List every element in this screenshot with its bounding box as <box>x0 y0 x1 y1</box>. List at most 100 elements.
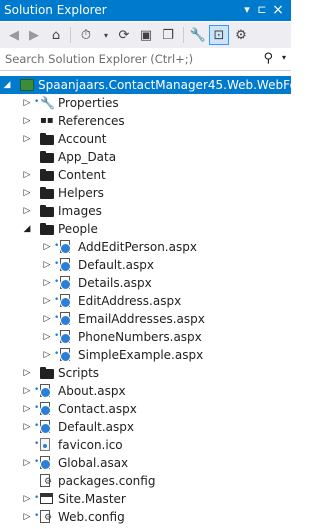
tree-item-label: AddEditPerson.aspx <box>78 240 197 254</box>
tree-item-label: Scripts <box>58 366 100 380</box>
folder-icon <box>40 169 54 181</box>
filter-dropdown-icon[interactable]: ▾ <box>96 25 116 45</box>
expand-arrow-icon[interactable]: ▷ <box>42 331 52 343</box>
expand-arrow-icon[interactable]: ▷ <box>22 133 32 145</box>
globe-icon <box>60 351 71 362</box>
expand-arrow-icon[interactable]: ▷ <box>42 277 52 289</box>
folder-icon <box>40 187 54 199</box>
tree-item-label: PhoneNumbers.aspx <box>78 330 202 344</box>
tree-item[interactable]: ▷ Images <box>0 202 291 220</box>
tree-item[interactable]: ▷ Helpers <box>0 184 291 202</box>
folder-icon <box>40 133 54 145</box>
tree-item-label: Images <box>58 204 102 218</box>
tree-item[interactable]: ▷ • Default.aspx <box>0 256 291 274</box>
toolbar-separator <box>70 27 71 43</box>
tree-item[interactable]: ▷ • PhoneNumbers.aspx <box>0 328 291 346</box>
expand-arrow-icon[interactable]: ▷ <box>22 385 32 397</box>
expand-arrow-icon[interactable]: ▷ <box>22 187 32 199</box>
pending-changes-filter-button[interactable]: ⏱ <box>76 25 96 45</box>
search-box[interactable]: Search Solution Explorer (Ctrl+;) ⚲ ▾ <box>0 48 291 71</box>
collapse-all-button[interactable]: ▣ <box>136 25 156 45</box>
globe-icon <box>60 333 71 344</box>
tree-item[interactable]: ▷ • SimpleExample.aspx <box>0 346 291 364</box>
tree-item[interactable]: ▷ ▪▪ References <box>0 112 291 130</box>
tree-item[interactable]: App_Data <box>0 148 291 166</box>
tree-item[interactable]: ▷ • Default.aspx <box>0 418 291 436</box>
search-options-dropdown-icon[interactable]: ▾ <box>282 53 286 62</box>
tree-item[interactable]: ▷ • About.aspx <box>0 382 291 400</box>
tree-item[interactable]: • favicon.ico <box>0 436 291 454</box>
toolbar-separator <box>183 27 184 43</box>
tree-item-label: Content <box>58 168 106 182</box>
tree-item[interactable]: ▷ • Details.aspx <box>0 274 291 292</box>
forward-button[interactable]: ▶ <box>24 25 44 45</box>
close-icon[interactable]: × <box>270 1 286 19</box>
expand-arrow-icon <box>22 439 32 451</box>
tree-item-label: Web.config <box>58 510 125 524</box>
expand-arrow-icon[interactable]: ▷ <box>22 403 32 415</box>
tree-item[interactable]: packages.config <box>0 472 291 490</box>
tree-item-label: SimpleExample.aspx <box>78 348 204 362</box>
expand-arrow-icon[interactable]: ▷ <box>22 367 32 379</box>
tree-item[interactable]: ▷ • Global.asax <box>0 454 291 472</box>
project-node[interactable]: ◢ Spaanjaars.ContactManager45.Web.WebForm… <box>0 76 320 94</box>
globe-icon <box>60 243 71 254</box>
tree-item[interactable]: ▷ Account <box>0 130 291 148</box>
tree-item[interactable]: ▷ • Contact.aspx <box>0 400 291 418</box>
aspx-icon <box>40 402 51 416</box>
tree-item[interactable]: ▷ Content <box>0 166 291 184</box>
wrench-icon: 🔧 <box>40 96 55 110</box>
aspx-icon <box>40 384 51 398</box>
tree-item-label: EditAddress.aspx <box>78 294 182 308</box>
collapse-arrow-icon[interactable]: ◢ <box>22 223 32 235</box>
tree-item-label: References <box>58 114 125 128</box>
expand-arrow-icon[interactable]: ▷ <box>42 295 52 307</box>
tree-item-label: EmailAddresses.aspx <box>78 312 205 326</box>
config-icon <box>40 474 52 487</box>
dropdown-icon[interactable]: ▾ <box>239 1 255 19</box>
tree-item[interactable]: ▷ • Site.Master <box>0 490 291 508</box>
pin-icon[interactable]: ⊏ <box>254 1 270 19</box>
expand-arrow-icon[interactable]: ▷ <box>22 97 32 109</box>
sync-with-active-document-button[interactable]: ⊡ <box>209 25 229 45</box>
globe-icon <box>60 315 71 326</box>
tree-item[interactable]: ▷•Web.config <box>0 508 291 526</box>
tree-item[interactable]: ▷ • 🔧 Properties <box>0 94 291 112</box>
folder-icon <box>40 205 54 217</box>
expand-arrow-icon[interactable]: ▷ <box>22 421 32 433</box>
expand-arrow-icon[interactable]: ▷ <box>42 241 52 253</box>
expand-arrow-icon[interactable]: ▷ <box>22 115 32 127</box>
collapse-arrow-icon[interactable]: ◢ <box>2 79 12 91</box>
show-all-files-button[interactable]: ❐ <box>158 25 178 45</box>
expand-arrow-icon[interactable]: ▷ <box>22 205 32 217</box>
properties-button[interactable]: 🔧 <box>188 25 208 45</box>
aspx-icon <box>40 420 51 434</box>
expand-arrow-icon[interactable]: ▷ <box>22 457 32 469</box>
config-icon <box>40 510 52 523</box>
tree-item[interactable]: ▷ Scripts <box>0 364 291 382</box>
globe-icon <box>60 279 71 290</box>
search-icon[interactable]: ⚲ <box>263 51 273 66</box>
tree-item-label: Default.aspx <box>58 420 134 434</box>
tree-item[interactable]: ▷ • AddEditPerson.aspx <box>0 238 291 256</box>
aspx-icon <box>60 240 71 254</box>
back-button[interactable]: ◀ <box>4 25 24 45</box>
expand-arrow-icon[interactable]: ▷ <box>22 169 32 181</box>
home-button[interactable]: ⌂ <box>46 25 66 45</box>
tree-item[interactable]: ▷ • EmailAddresses.aspx <box>0 310 291 328</box>
aspx-icon <box>60 312 71 326</box>
expand-arrow-icon[interactable]: ▷ <box>42 313 52 325</box>
tree-item-label: Default.aspx <box>78 258 154 272</box>
expand-arrow-icon[interactable]: ▷ <box>42 349 52 361</box>
expand-arrow-icon[interactable]: ▷ <box>22 493 32 505</box>
aspx-icon <box>60 258 71 272</box>
search-input[interactable]: Search Solution Explorer (Ctrl+;) <box>5 52 193 66</box>
expand-arrow-icon[interactable]: ▷ <box>42 259 52 271</box>
refresh-button[interactable]: ⟳ <box>114 25 134 45</box>
view-class-diagram-button[interactable]: ⚙ <box>231 25 251 45</box>
tree-item[interactable]: ▷ • EditAddress.aspx <box>0 292 291 310</box>
folder-icon <box>40 367 54 379</box>
folder-icon <box>40 151 54 163</box>
tree-item[interactable]: ◢ People <box>0 220 291 238</box>
expand-arrow-icon[interactable]: ▷ <box>22 511 32 523</box>
